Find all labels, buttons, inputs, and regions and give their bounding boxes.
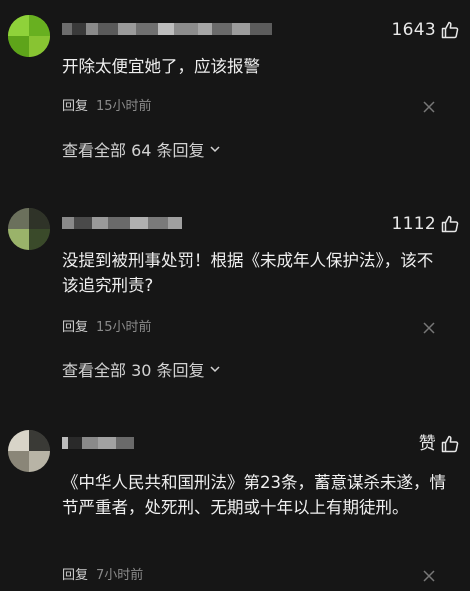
chevron-down-icon xyxy=(210,146,220,153)
thumbs-up-icon[interactable] xyxy=(440,20,460,40)
comment-meta: 回复 15小时前 xyxy=(62,94,152,114)
avatar[interactable] xyxy=(8,430,50,472)
reply-button[interactable]: 回复 xyxy=(62,95,88,114)
username-blurred[interactable] xyxy=(62,20,272,38)
username-blurred[interactable] xyxy=(62,434,134,452)
thumbs-up-icon[interactable] xyxy=(440,214,460,234)
reply-button[interactable]: 回复 xyxy=(62,564,88,583)
close-icon[interactable] xyxy=(422,100,436,114)
avatar[interactable] xyxy=(8,208,50,250)
comment-item: 赞 《中华人民共和国刑法》第23条，蓄意谋杀未遂，情节严重者，处死刑、无期或十年… xyxy=(0,412,470,591)
comment-list: 1643 开除太便宜她了，应该报警 回复 15小时前 查看全部 64 条回复 1… xyxy=(0,0,470,591)
view-all-replies-button[interactable]: 查看全部 30 条回复 xyxy=(62,358,221,380)
chevron-down-icon xyxy=(210,366,220,373)
avatar[interactable] xyxy=(8,15,50,57)
thumbs-up-icon[interactable] xyxy=(440,434,460,454)
comment-item: 1112 没提到被刑事处罚！根据《未成年人保护法》，该不该追究刑责? 回复 15… xyxy=(0,190,470,412)
comment-text: 开除太便宜她了，应该报警 xyxy=(62,57,260,76)
close-icon[interactable] xyxy=(422,569,436,583)
reply-button[interactable]: 回复 xyxy=(62,316,88,335)
timestamp: 15小时前 xyxy=(96,319,152,335)
close-icon[interactable] xyxy=(422,321,436,335)
comment-text: 《中华人民共和国刑法》第23条，蓄意谋杀未遂，情节严重者，处死刑、无期或十年以上… xyxy=(62,473,446,517)
like-count: 1643 xyxy=(391,20,436,40)
comment-meta: 回复 15小时前 xyxy=(62,315,152,335)
timestamp: 7小时前 xyxy=(96,567,144,583)
view-all-replies-label: 查看全部 64 条回复 xyxy=(62,141,205,160)
like-label: 赞 xyxy=(418,434,436,454)
comment-meta: 回复 7小时前 xyxy=(62,563,143,583)
view-all-replies-button[interactable]: 查看全部 64 条回复 xyxy=(62,138,221,160)
view-all-replies-label: 查看全部 30 条回复 xyxy=(62,361,205,380)
timestamp: 15小时前 xyxy=(96,98,152,114)
comment-text: 没提到被刑事处罚！根据《未成年人保护法》，该不该追究刑责? xyxy=(62,251,434,295)
comment-item: 1643 开除太便宜她了，应该报警 回复 15小时前 查看全部 64 条回复 xyxy=(0,0,470,190)
username-blurred[interactable] xyxy=(62,214,182,232)
like-count: 1112 xyxy=(391,214,436,234)
